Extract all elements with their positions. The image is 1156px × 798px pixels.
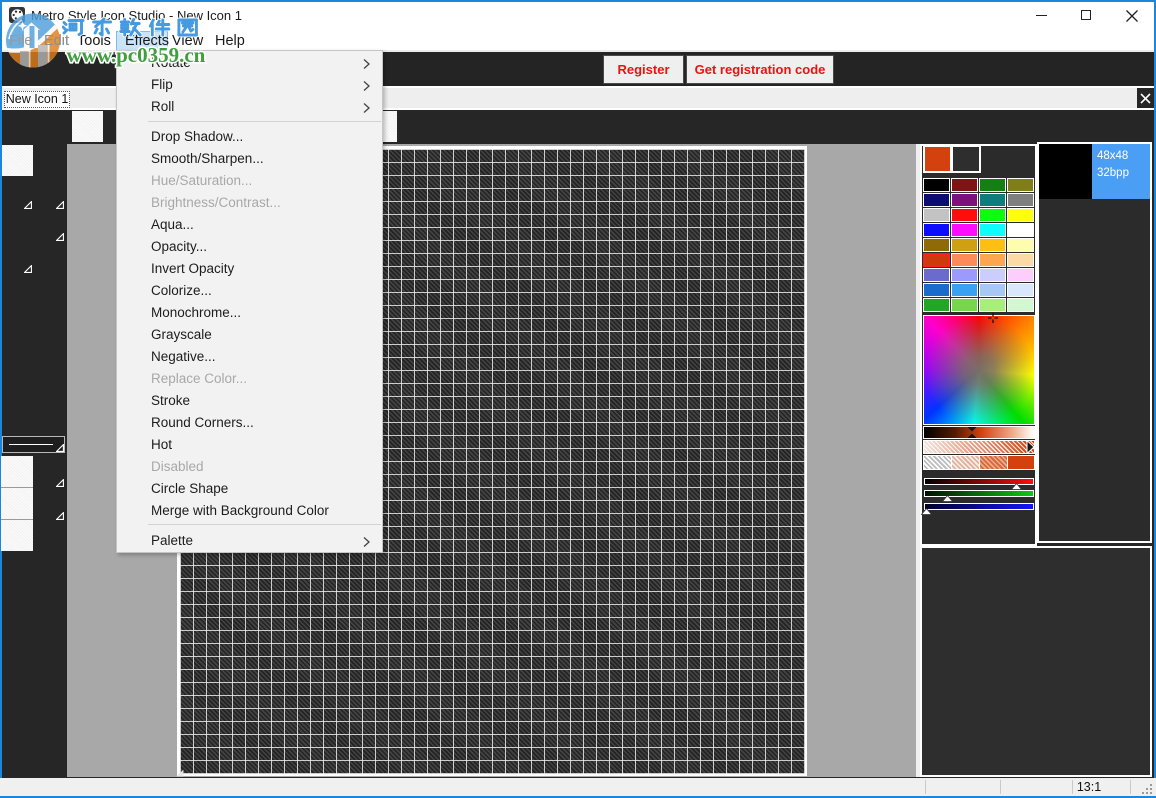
svg-text:www.pc0359.cn: www.pc0359.cn xyxy=(67,43,206,67)
